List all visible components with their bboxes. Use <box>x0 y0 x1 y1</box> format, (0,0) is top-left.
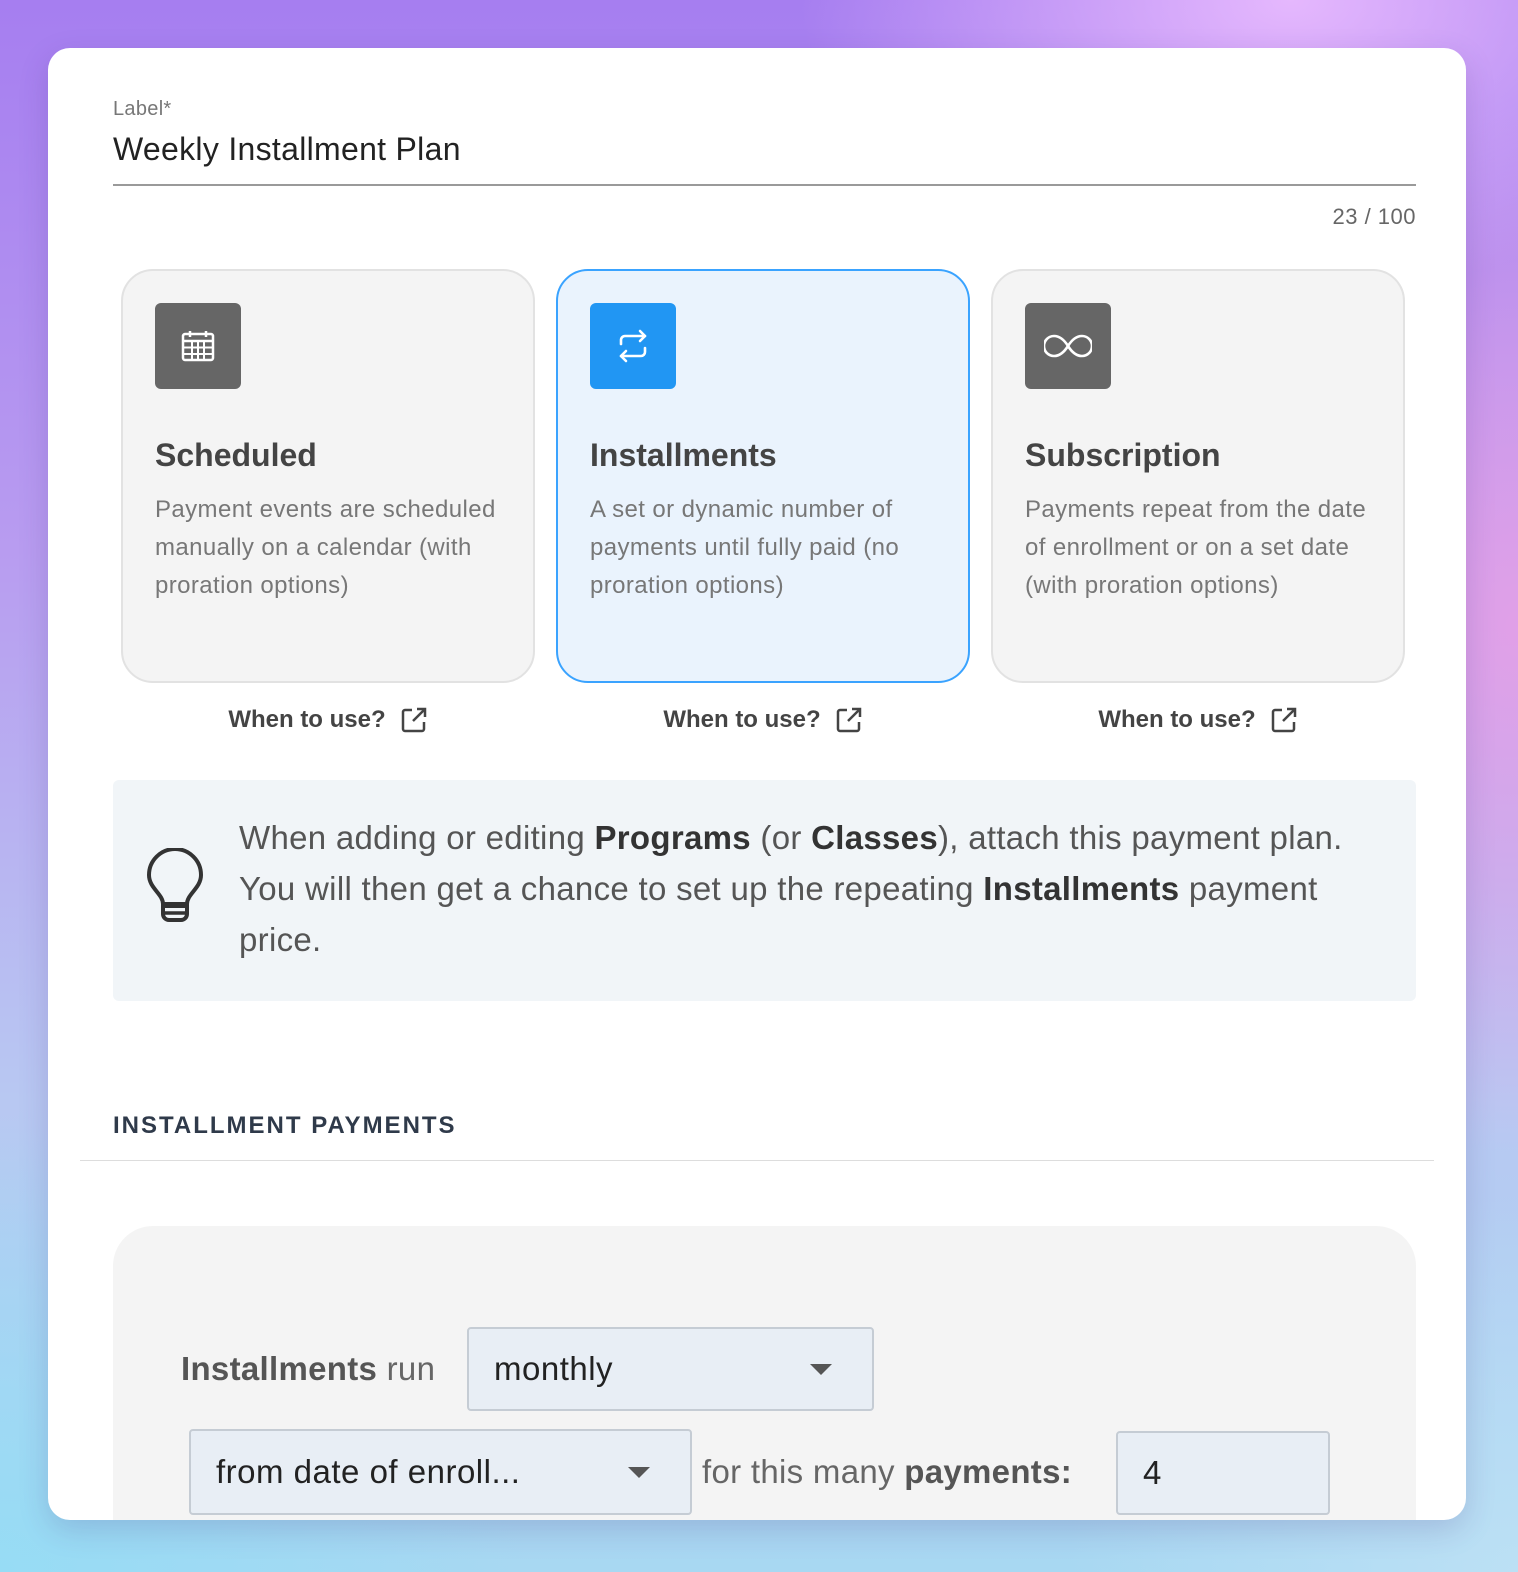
when-to-use-link-scheduled[interactable]: When to use? <box>121 706 535 734</box>
external-link-icon <box>836 707 861 733</box>
plan-type-subscription[interactable]: Subscription Payments repeat from the da… <box>991 269 1405 683</box>
start-select[interactable]: from date of enroll... <box>189 1429 692 1515</box>
tip-bold-classes: Classes <box>811 819 938 856</box>
plan-type-scheduled[interactable]: Scheduled Payment events are scheduled m… <box>121 269 535 683</box>
when-to-use-label: When to use? <box>1098 706 1256 733</box>
plan-type-description: Payment events are scheduled manually on… <box>155 496 496 599</box>
info-tip: When adding or editing Programs (or Clas… <box>113 780 1416 1001</box>
when-to-use-link-installments[interactable]: When to use? <box>556 706 970 734</box>
frequency-select[interactable]: monthly <box>467 1327 874 1411</box>
tip-text: When adding or editing Programs (or Clas… <box>239 812 1379 965</box>
plan-type-title: Installments <box>590 437 777 473</box>
plan-type-installments[interactable]: Installments A set or dynamic number of … <box>556 269 970 683</box>
plan-type-title: Scheduled <box>155 437 317 473</box>
installment-settings-panel: Installments run monthly from date of en… <box>113 1226 1416 1520</box>
label-field[interactable]: Label* Weekly Installment Plan <box>113 98 1416 186</box>
chevron-down-icon <box>628 1467 650 1478</box>
tip-bold-programs: Programs <box>594 819 751 856</box>
plan-type-description: Payments repeat from the date of enrollm… <box>1025 496 1367 599</box>
chevron-down-icon <box>810 1364 832 1375</box>
payments-count-words: for this many <box>702 1453 895 1490</box>
repeat-icon <box>590 303 676 389</box>
external-link-icon <box>401 707 426 733</box>
payments-count-value: 4 <box>1143 1454 1162 1491</box>
label-field-label: Label* <box>113 98 172 120</box>
installments-run-word: run <box>386 1350 436 1387</box>
plan-type-title: Subscription <box>1025 437 1221 473</box>
frequency-value: monthly <box>494 1350 614 1387</box>
start-value: from date of enroll... <box>216 1453 521 1490</box>
infinity-icon <box>1025 303 1111 389</box>
tip-text-part: (or <box>750 819 812 856</box>
lightbulb-icon <box>147 848 203 922</box>
calendar-icon <box>155 303 241 389</box>
section-title: INSTALLMENT PAYMENTS <box>113 1112 457 1139</box>
plan-type-description: A set or dynamic number of payments unti… <box>590 496 900 599</box>
external-link-icon <box>1271 707 1296 733</box>
payments-count-bold: payments: <box>904 1453 1073 1490</box>
section-divider <box>80 1160 1434 1161</box>
tip-bold-installments: Installments <box>983 870 1180 907</box>
payment-plan-form: Label* Weekly Installment Plan 23 / 100 … <box>48 48 1466 1520</box>
when-to-use-link-subscription[interactable]: When to use? <box>991 706 1405 734</box>
payments-count-text: for this many payments: <box>702 1453 1072 1491</box>
installments-run-bold: Installments <box>181 1350 378 1387</box>
label-input[interactable]: Weekly Installment Plan <box>113 131 1416 186</box>
when-to-use-label: When to use? <box>228 706 386 733</box>
payments-count-input[interactable]: 4 <box>1116 1431 1330 1515</box>
when-to-use-label: When to use? <box>663 706 821 733</box>
character-counter: 23 / 100 <box>1332 204 1416 229</box>
installments-run-text: Installments run <box>181 1350 435 1388</box>
tip-text-part: When adding or editing <box>239 819 595 856</box>
